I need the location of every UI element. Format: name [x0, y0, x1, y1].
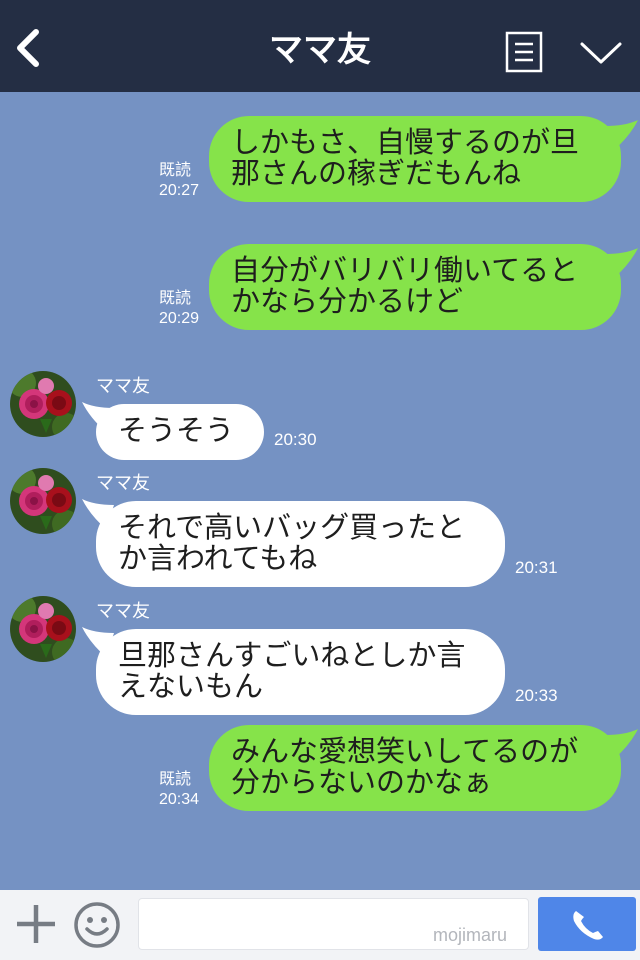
- sender-name: ママ友: [96, 376, 150, 397]
- message-bubble-mine[interactable]: みんな愛想笑いしてるのが 分からないのかなぁ: [209, 725, 621, 811]
- read-receipt: 既読: [159, 162, 192, 179]
- message-bubble-theirs[interactable]: それで高いバッグ買ったと か言われてもね: [96, 501, 505, 587]
- watermark-text: mojimaru: [433, 925, 508, 945]
- chat-title: ママ友: [269, 30, 371, 70]
- collapse-button[interactable]: [576, 38, 626, 68]
- menu-list-icon: [505, 31, 543, 73]
- message-time: 20:29: [159, 310, 200, 327]
- message-line: えないもん: [118, 669, 264, 703]
- chevron-down-icon: [580, 42, 622, 64]
- message-meta: 既読 20:27: [159, 161, 199, 201]
- read-receipt: 既読: [159, 290, 192, 307]
- message-line: 分からないのかなぁ: [231, 765, 493, 799]
- rose-avatar-icon: [10, 596, 76, 662]
- message-line: 那さんの稼ぎだもんね: [231, 156, 522, 190]
- message-time: 20:34: [159, 791, 200, 808]
- plus-icon: [17, 905, 55, 943]
- sender-name: ママ友: [96, 601, 150, 622]
- message-bubble-theirs[interactable]: 旦那さんすごいねとしか言 えないもん: [96, 629, 505, 715]
- avatar[interactable]: [10, 468, 76, 534]
- message-meta: 既読 20:34: [159, 770, 199, 810]
- rose-avatar-icon: [10, 371, 76, 437]
- composer-bar: mojimaru: [0, 890, 640, 960]
- avatar[interactable]: [10, 371, 76, 437]
- message-line: しかもさ、自慢するのが旦: [231, 125, 580, 159]
- avatar[interactable]: [10, 596, 76, 662]
- message-bubble-theirs[interactable]: そうそう: [96, 404, 264, 460]
- smiley-icon: [74, 902, 120, 948]
- message-time: 20:33: [515, 686, 558, 705]
- menu-button[interactable]: [505, 31, 543, 73]
- message-line: みんな愛想笑いしてるのが: [231, 734, 579, 768]
- message-line: かなら分かるけど: [231, 284, 464, 318]
- message-line: それで高いバッグ買ったと: [118, 510, 466, 544]
- message-meta: 既読 20:29: [159, 289, 199, 329]
- emoji-button[interactable]: [73, 901, 121, 949]
- chat-area[interactable]: 既読 20:27 しかもさ、自慢するのが旦 那さんの稼ぎだもんね 既読 20:2…: [0, 92, 640, 890]
- message-line: か言われてもね: [118, 541, 318, 575]
- message-bubble-mine[interactable]: 自分がバリバリ働いてると かなら分かるけど: [209, 244, 621, 330]
- message-line: 旦那さんすごいねとしか言: [118, 638, 466, 672]
- message-time: 20:31: [515, 558, 558, 577]
- attach-button[interactable]: [14, 902, 58, 946]
- chat-header: ママ友: [0, 0, 640, 92]
- chevron-left-icon: [17, 29, 39, 67]
- message-line: そうそう: [118, 413, 235, 447]
- call-button[interactable]: [538, 897, 636, 951]
- message-time: 20:30: [274, 430, 317, 449]
- sender-name: ママ友: [96, 473, 150, 494]
- phone-icon: [573, 911, 603, 940]
- read-receipt: 既読: [159, 771, 192, 788]
- message-time: 20:27: [159, 182, 200, 199]
- rose-avatar-icon: [10, 468, 76, 534]
- back-button[interactable]: [10, 26, 50, 70]
- message-bubble-mine[interactable]: しかもさ、自慢するのが旦 那さんの稼ぎだもんね: [209, 116, 621, 202]
- message-line: 自分がバリバリ働いてると: [231, 253, 579, 287]
